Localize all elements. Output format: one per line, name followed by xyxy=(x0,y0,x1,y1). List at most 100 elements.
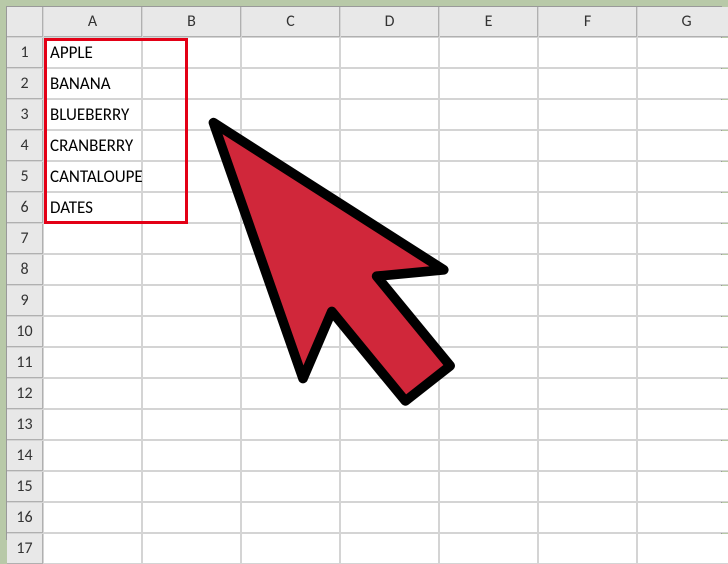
cell-a9[interactable] xyxy=(44,286,142,316)
col-head-e[interactable]: E xyxy=(440,7,538,37)
cell-b2[interactable] xyxy=(143,69,241,99)
cell-g8[interactable] xyxy=(638,255,728,285)
cell-b7[interactable] xyxy=(143,224,241,254)
cell-c3[interactable] xyxy=(242,100,340,130)
cell-a1[interactable]: APPLE xyxy=(44,38,142,68)
cell-e4[interactable] xyxy=(440,131,538,161)
row-head-8[interactable]: 8 xyxy=(7,255,43,285)
cell-d1[interactable] xyxy=(341,38,439,68)
cell-e15[interactable] xyxy=(440,472,538,502)
col-head-b[interactable]: B xyxy=(143,7,241,37)
cell-b3[interactable] xyxy=(143,100,241,130)
cell-c9[interactable] xyxy=(242,286,340,316)
col-head-g[interactable]: G xyxy=(638,7,728,37)
cell-b14[interactable] xyxy=(143,441,241,471)
cell-c5[interactable] xyxy=(242,162,340,192)
col-head-f[interactable]: F xyxy=(539,7,637,37)
cell-b10[interactable] xyxy=(143,317,241,347)
cell-f14[interactable] xyxy=(539,441,637,471)
cell-b15[interactable] xyxy=(143,472,241,502)
cell-f3[interactable] xyxy=(539,100,637,130)
cell-f4[interactable] xyxy=(539,131,637,161)
cell-d7[interactable] xyxy=(341,224,439,254)
cell-c16[interactable] xyxy=(242,503,340,533)
cell-a8[interactable] xyxy=(44,255,142,285)
cell-e5[interactable] xyxy=(440,162,538,192)
cell-e16[interactable] xyxy=(440,503,538,533)
row-head-10[interactable]: 10 xyxy=(7,317,43,347)
cell-f13[interactable] xyxy=(539,410,637,440)
cell-d17[interactable] xyxy=(341,534,439,564)
col-head-a[interactable]: A xyxy=(44,7,142,37)
row-head-5[interactable]: 5 xyxy=(7,162,43,192)
cell-b5[interactable] xyxy=(143,162,241,192)
row-head-9[interactable]: 9 xyxy=(7,286,43,316)
cell-g2[interactable] xyxy=(638,69,728,99)
cell-g12[interactable] xyxy=(638,379,728,409)
cell-b4[interactable] xyxy=(143,131,241,161)
cell-a6[interactable]: DATES xyxy=(44,193,142,223)
cell-b11[interactable] xyxy=(143,348,241,378)
cell-f15[interactable] xyxy=(539,472,637,502)
row-head-3[interactable]: 3 xyxy=(7,100,43,130)
cell-g3[interactable] xyxy=(638,100,728,130)
cell-d16[interactable] xyxy=(341,503,439,533)
cell-c13[interactable] xyxy=(242,410,340,440)
row-head-14[interactable]: 14 xyxy=(7,441,43,471)
cell-a16[interactable] xyxy=(44,503,142,533)
cell-d9[interactable] xyxy=(341,286,439,316)
cell-g14[interactable] xyxy=(638,441,728,471)
cell-a17[interactable] xyxy=(44,534,142,564)
cell-g9[interactable] xyxy=(638,286,728,316)
cell-d13[interactable] xyxy=(341,410,439,440)
cell-a11[interactable] xyxy=(44,348,142,378)
cell-g6[interactable] xyxy=(638,193,728,223)
cell-g13[interactable] xyxy=(638,410,728,440)
cell-f1[interactable] xyxy=(539,38,637,68)
row-head-15[interactable]: 15 xyxy=(7,472,43,502)
cell-d14[interactable] xyxy=(341,441,439,471)
cell-e17[interactable] xyxy=(440,534,538,564)
cell-b1[interactable] xyxy=(143,38,241,68)
cell-a7[interactable] xyxy=(44,224,142,254)
cell-b8[interactable] xyxy=(143,255,241,285)
cell-c1[interactable] xyxy=(242,38,340,68)
row-head-12[interactable]: 12 xyxy=(7,379,43,409)
cell-c12[interactable] xyxy=(242,379,340,409)
cell-g15[interactable] xyxy=(638,472,728,502)
row-head-2[interactable]: 2 xyxy=(7,69,43,99)
cell-a2[interactable]: BANANA xyxy=(44,69,142,99)
cell-e9[interactable] xyxy=(440,286,538,316)
cell-c6[interactable] xyxy=(242,193,340,223)
cell-f5[interactable] xyxy=(539,162,637,192)
cell-c14[interactable] xyxy=(242,441,340,471)
cell-g1[interactable] xyxy=(638,38,728,68)
cell-f6[interactable] xyxy=(539,193,637,223)
cell-b9[interactable] xyxy=(143,286,241,316)
cell-d12[interactable] xyxy=(341,379,439,409)
cell-c8[interactable] xyxy=(242,255,340,285)
row-head-7[interactable]: 7 xyxy=(7,224,43,254)
cell-a4[interactable]: CRANBERRY xyxy=(44,131,142,161)
cell-e8[interactable] xyxy=(440,255,538,285)
select-all-corner[interactable] xyxy=(7,7,43,37)
cell-e2[interactable] xyxy=(440,69,538,99)
cell-f17[interactable] xyxy=(539,534,637,564)
cell-b6[interactable] xyxy=(143,193,241,223)
cell-f11[interactable] xyxy=(539,348,637,378)
cell-e10[interactable] xyxy=(440,317,538,347)
row-head-17[interactable]: 17 xyxy=(7,534,43,564)
cell-d8[interactable] xyxy=(341,255,439,285)
row-head-4[interactable]: 4 xyxy=(7,131,43,161)
cell-c2[interactable] xyxy=(242,69,340,99)
cell-b17[interactable] xyxy=(143,534,241,564)
cell-a15[interactable] xyxy=(44,472,142,502)
cell-c15[interactable] xyxy=(242,472,340,502)
cell-b12[interactable] xyxy=(143,379,241,409)
row-head-16[interactable]: 16 xyxy=(7,503,43,533)
cell-c11[interactable] xyxy=(242,348,340,378)
cell-f10[interactable] xyxy=(539,317,637,347)
row-head-11[interactable]: 11 xyxy=(7,348,43,378)
cell-g7[interactable] xyxy=(638,224,728,254)
cell-e3[interactable] xyxy=(440,100,538,130)
